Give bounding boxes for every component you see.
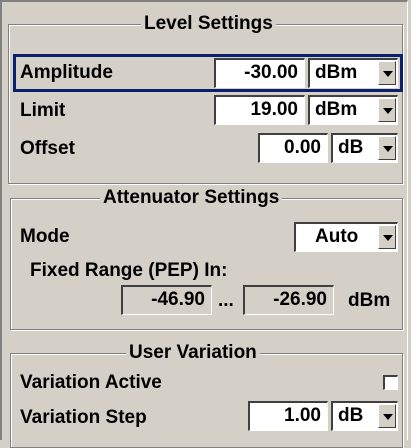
amplitude-input[interactable]: -30.00 [214, 58, 305, 88]
variation-active-label: Variation Active [20, 372, 162, 393]
variation-active-checkbox[interactable] [383, 375, 398, 390]
fixed-range-separator: ... [218, 290, 234, 311]
limit-unit-select[interactable]: dBm [308, 95, 398, 125]
mode-value: Auto [315, 226, 359, 247]
fixed-range-max: -26.90 [243, 285, 334, 315]
amplitude-unit-value: dBm [315, 62, 358, 83]
offset-unit-select[interactable]: dB [331, 133, 398, 163]
offset-label: Offset [20, 138, 75, 159]
fixed-range-label: Fixed Range (PEP) In: [30, 260, 228, 281]
attenuator-settings-title: Attenuator Settings [100, 186, 283, 210]
limit-input[interactable]: 19.00 [214, 95, 305, 125]
dropdown-arrow-icon[interactable] [378, 136, 396, 160]
variation-step-input[interactable]: 1.00 [248, 401, 328, 431]
offset-input[interactable]: 0.00 [258, 133, 328, 163]
variation-step-unit-value: dB [338, 405, 364, 426]
dropdown-arrow-icon[interactable] [378, 404, 396, 428]
limit-unit-value: dBm [315, 99, 358, 120]
user-variation-title: User Variation [126, 341, 260, 365]
dropdown-arrow-icon[interactable] [378, 61, 396, 85]
level-settings-title: Level Settings [141, 12, 276, 36]
limit-label: Limit [20, 100, 66, 121]
variation-step-unit-select[interactable]: dB [331, 401, 398, 431]
fixed-range-unit: dBm [348, 290, 391, 311]
dropdown-arrow-icon[interactable] [378, 225, 396, 249]
offset-unit-value: dB [338, 137, 364, 158]
mode-select[interactable]: Auto [294, 222, 398, 252]
variation-step-label: Variation Step [20, 407, 147, 428]
fixed-range-min: -46.90 [121, 285, 212, 315]
mode-label: Mode [20, 226, 70, 247]
amplitude-unit-select[interactable]: dBm [308, 58, 398, 88]
dropdown-arrow-icon[interactable] [378, 98, 396, 122]
amplitude-label: Amplitude [20, 62, 113, 83]
